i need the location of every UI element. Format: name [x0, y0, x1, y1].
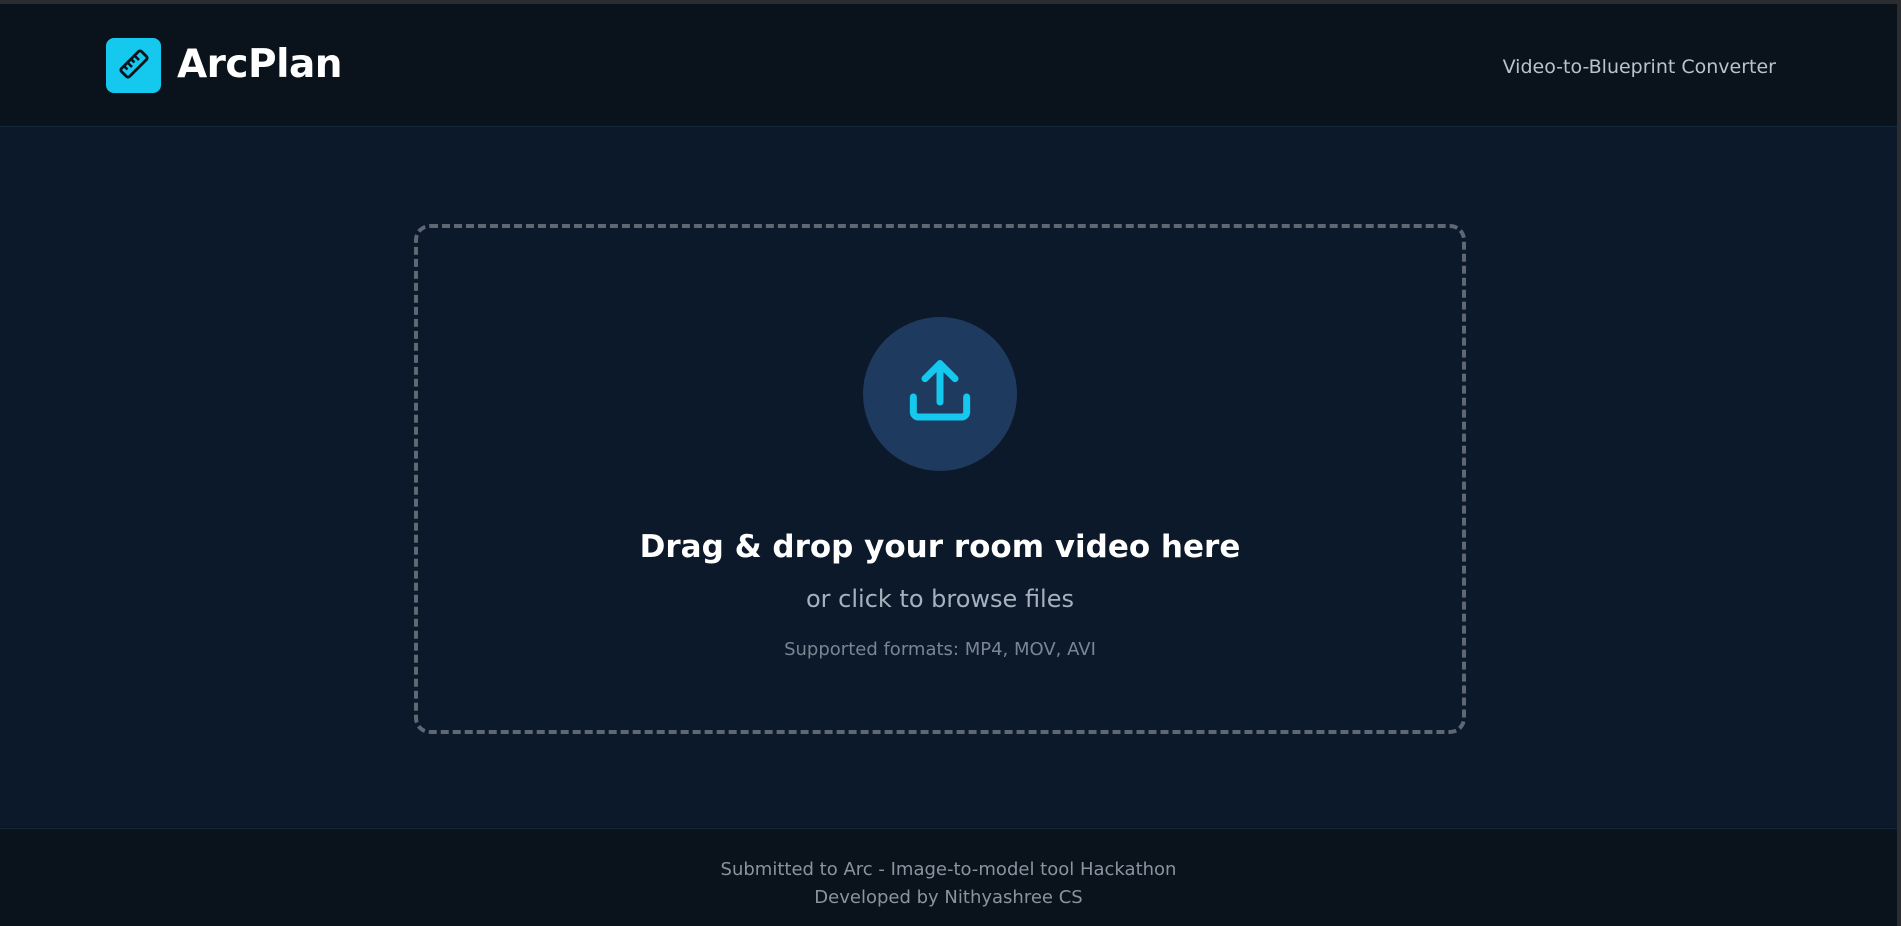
upload-icon	[900, 352, 980, 436]
upload-icon-circle	[863, 317, 1017, 471]
top-header: ArcPlan Video-to-Blueprint Converter	[0, 4, 1897, 127]
app-window: ArcPlan Video-to-Blueprint Converter Dra…	[0, 4, 1897, 926]
ruler-icon	[117, 47, 151, 85]
video-dropzone[interactable]: Drag & drop your room video here or clic…	[414, 224, 1466, 734]
header-tagline: Video-to-Blueprint Converter	[1502, 56, 1776, 78]
footer-submission-note: Submitted to Arc - Image-to-model tool H…	[720, 859, 1177, 880]
footer-developer-credit: Developed by Nithyashree CS	[814, 887, 1083, 908]
page-footer: Submitted to Arc - Image-to-model tool H…	[0, 828, 1897, 926]
browse-files-link[interactable]: or click to browse files	[418, 584, 1462, 614]
main-content: Drag & drop your room video here or clic…	[0, 127, 1897, 827]
logo[interactable]	[106, 38, 161, 93]
supported-formats-note: Supported formats: MP4, MOV, AVI	[784, 639, 1096, 660]
brand-name[interactable]: ArcPlan	[177, 40, 343, 90]
dropzone-title: Drag & drop your room video here	[639, 529, 1241, 565]
